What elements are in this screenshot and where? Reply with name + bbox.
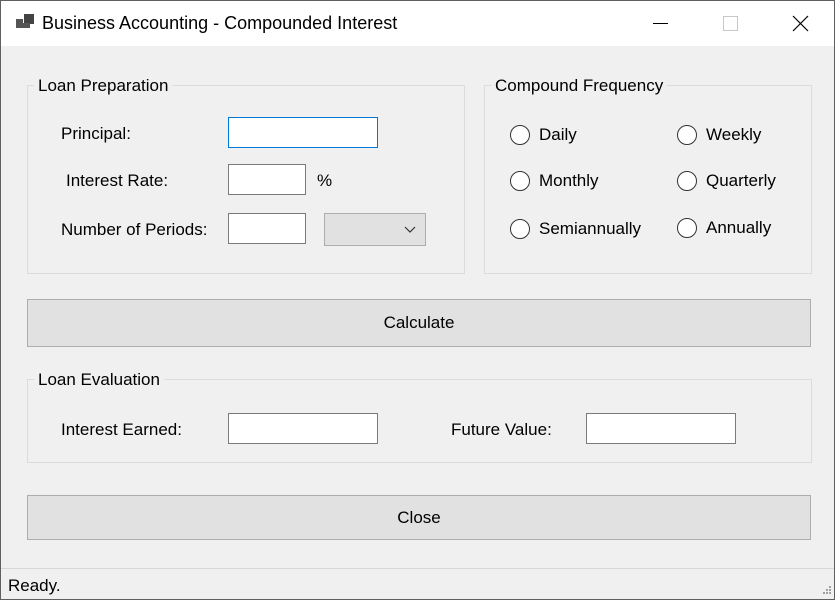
number-of-periods-field[interactable] — [229, 214, 305, 243]
radio-circle-icon[interactable] — [677, 125, 697, 145]
number-of-periods-input[interactable] — [228, 213, 306, 244]
status-text: Ready. — [8, 576, 61, 595]
radio-semiannually[interactable]: Semiannually — [510, 219, 641, 239]
maximize-button[interactable] — [695, 1, 765, 46]
app-window-icon — [16, 13, 36, 31]
radio-circle-icon[interactable] — [677, 218, 697, 238]
radio-circle-icon[interactable] — [510, 219, 530, 239]
close-button[interactable]: Close — [27, 495, 811, 540]
loan-preparation-group: Loan Preparation Principal: Interest Rat… — [27, 76, 465, 274]
radio-annually[interactable]: Annually — [677, 218, 771, 238]
compound-frequency-group: Compound Frequency Daily Weekly Monthly … — [484, 76, 812, 274]
principal-field[interactable] — [229, 118, 377, 147]
resize-grip-icon[interactable] — [820, 585, 832, 597]
principal-input[interactable] — [228, 117, 378, 148]
close-window-button[interactable] — [765, 1, 835, 46]
interest-rate-input[interactable] — [228, 164, 306, 195]
compound-frequency-legend: Compound Frequency — [491, 76, 668, 96]
app-window: Business Accounting - Compounded Interes… — [0, 0, 835, 600]
window-title: Business Accounting - Compounded Interes… — [42, 13, 398, 33]
radio-label: Monthly — [539, 171, 599, 190]
radio-label: Semiannually — [539, 219, 642, 238]
loan-evaluation-legend: Loan Evaluation — [34, 370, 164, 390]
close-icon — [792, 15, 808, 32]
interest-earned-field[interactable] — [229, 414, 377, 443]
radio-label: Weekly — [706, 125, 762, 144]
radio-weekly[interactable]: Weekly — [677, 125, 761, 145]
radio-monthly[interactable]: Monthly — [510, 171, 599, 191]
interest-rate-label: Interest Rate: — [66, 171, 169, 190]
future-value-field[interactable] — [587, 414, 735, 443]
period-unit-dropdown[interactable] — [324, 213, 426, 246]
maximize-icon — [722, 16, 738, 31]
calculate-button[interactable]: Calculate — [27, 299, 811, 347]
future-value-output[interactable] — [586, 413, 736, 444]
radio-daily[interactable]: Daily — [510, 125, 577, 145]
loan-evaluation-group: Loan Evaluation Interest Earned: Future … — [27, 370, 812, 463]
percent-suffix: % — [317, 171, 333, 190]
radio-circle-icon[interactable] — [677, 171, 697, 191]
interest-earned-output[interactable] — [228, 413, 378, 444]
radio-quarterly[interactable]: Quarterly — [677, 171, 776, 191]
status-bar: Ready. — [1, 568, 834, 599]
interest-earned-label: Interest Earned: — [61, 420, 182, 439]
minimize-icon — [652, 23, 668, 24]
minimize-button[interactable] — [625, 1, 695, 46]
radio-label: Quarterly — [706, 171, 776, 190]
radio-label: Daily — [539, 125, 577, 144]
number-of-periods-label: Number of Periods: — [61, 220, 208, 239]
radio-circle-icon[interactable] — [510, 171, 530, 191]
principal-label: Principal: — [61, 124, 131, 143]
future-value-label: Future Value: — [451, 420, 552, 439]
radio-label: Annually — [706, 218, 772, 237]
title-bar[interactable]: Business Accounting - Compounded Interes… — [1, 1, 834, 46]
radio-circle-icon[interactable] — [510, 125, 530, 145]
loan-preparation-legend: Loan Preparation — [34, 76, 173, 96]
chevron-down-icon — [404, 226, 416, 233]
interest-rate-field[interactable] — [229, 165, 305, 194]
